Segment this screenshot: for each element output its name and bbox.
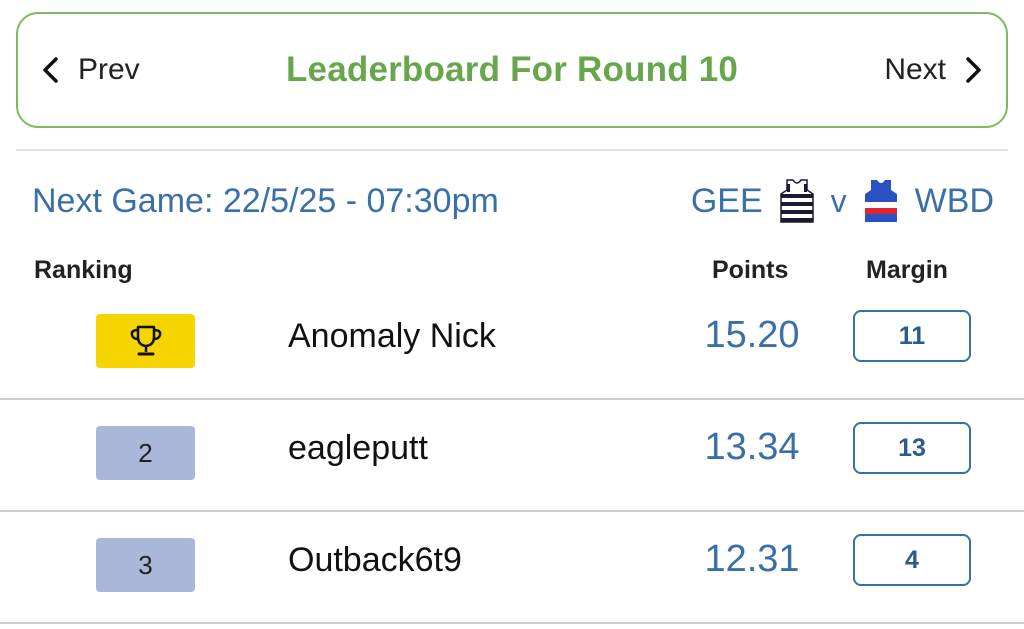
ranking-header: Ranking [34, 256, 133, 284]
row-divider [0, 510, 1024, 512]
table-row[interactable]: 3 Outback6t9 12.31 4 [0, 514, 1024, 626]
column-headers: Ranking Points Margin [0, 256, 1024, 292]
points-header: Points [712, 256, 789, 284]
player-name: Outback6t9 [288, 541, 462, 579]
matchup: GEE v WBD [691, 178, 994, 224]
round-navigator: Prev Leaderboard For Round 10 Next [16, 12, 1008, 128]
rank-badge [96, 314, 195, 368]
next-game-label: Next Game: 22/5/25 - 07:30pm [32, 181, 499, 220]
chevron-left-icon [43, 57, 58, 83]
margin-header: Margin [866, 256, 948, 284]
prev-label: Prev [78, 53, 140, 86]
rank-badge: 2 [96, 426, 195, 480]
row-divider [0, 398, 1024, 400]
next-round-button[interactable]: Next [884, 53, 986, 87]
player-name: eagleputt [288, 429, 428, 467]
rank-badge: 3 [96, 538, 195, 592]
row-divider [0, 622, 1024, 624]
points-value: 13.34 [704, 426, 800, 468]
table-row[interactable]: Anomaly Nick 15.20 11 [0, 290, 1024, 402]
geelong-guernsey-icon [779, 179, 814, 223]
points-value: 12.31 [704, 538, 800, 580]
player-name: Anomaly Nick [288, 317, 496, 355]
trophy-icon [130, 325, 161, 356]
leaderboard-title: Leaderboard For Round 10 [285, 50, 739, 89]
margin-value: 13 [853, 422, 971, 474]
table-row[interactable]: 2 eagleputt 13.34 13 [0, 402, 1024, 514]
margin-value: 11 [853, 310, 971, 362]
versus-label: v [830, 182, 847, 219]
away-team: WBD [914, 181, 994, 220]
prev-round-button[interactable]: Prev [38, 53, 140, 87]
chevron-right-icon [966, 57, 981, 83]
margin-value: 4 [853, 534, 971, 586]
western-bulldogs-guernsey-icon [864, 180, 897, 222]
next-game-bar: Next Game: 22/5/25 - 07:30pm GEE v WBD [32, 178, 994, 224]
home-team: GEE [690, 181, 763, 220]
header-divider [16, 149, 1008, 151]
points-value: 15.20 [704, 314, 800, 356]
next-label: Next [884, 53, 946, 86]
